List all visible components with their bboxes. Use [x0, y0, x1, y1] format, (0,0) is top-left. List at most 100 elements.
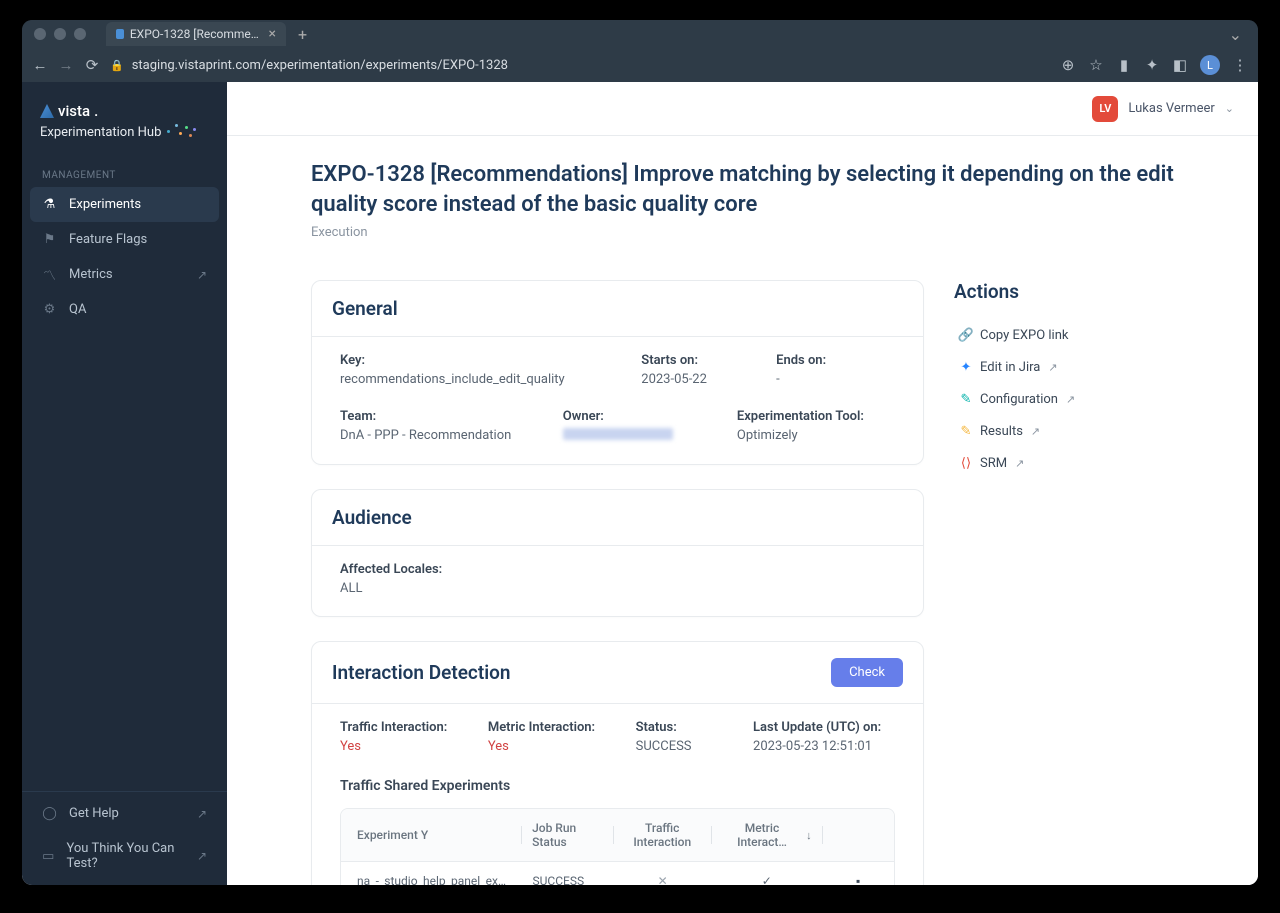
forward-button[interactable]: → [58, 57, 74, 73]
extensions-icon[interactable]: ✦ [1144, 57, 1160, 73]
external-link-icon: ↗ [1031, 425, 1040, 438]
starts-value: 2023-05-22 [641, 372, 760, 387]
bookmark-icon[interactable]: ☆ [1088, 57, 1104, 73]
sidebar-item-think-test[interactable]: ▭ You Think You Can Test? ↗ [22, 831, 227, 881]
card-title: Audience [332, 506, 903, 529]
owner-value [563, 428, 721, 444]
page-title: EXPO-1328 [Recommendations] Improve matc… [311, 160, 1174, 219]
metric-value: Yes [488, 739, 620, 754]
srm-icon: ⟨⟩ [958, 455, 974, 471]
status-value: SUCCESS [636, 739, 737, 754]
sidebar-item-metrics[interactable]: 〽 Metrics ↗ [22, 257, 227, 292]
row-doc-icon[interactable]: ▪ [822, 862, 894, 885]
shared-experiments-table: Experiment Y Job Run Status Traffic Inte… [340, 808, 895, 885]
check-button[interactable]: Check [831, 658, 903, 687]
page-subtitle: Execution [311, 225, 1174, 240]
test-icon: ▭ [42, 849, 55, 864]
back-button[interactable]: ← [32, 57, 48, 73]
cell-job: SUCCESS [522, 862, 613, 885]
flask-icon: ⚗ [42, 197, 57, 212]
interaction-card: Interaction Detection Check Traffic Inte… [311, 641, 924, 885]
close-tab-icon[interactable]: × [269, 26, 276, 42]
main-content: LV Lukas Vermeer ⌄ EXPO-1328 [Recommenda… [227, 82, 1258, 885]
th-metric[interactable]: Metric Interact…↓ [712, 809, 822, 861]
close-window[interactable] [34, 28, 46, 40]
maximize-window[interactable] [74, 28, 86, 40]
locales-value: ALL [340, 581, 895, 596]
help-icon: ◯ [42, 806, 57, 821]
cell-experiment: na_-_studio_help_panel_experiment__ex… [341, 862, 522, 885]
th-traffic[interactable]: Traffic Interaction [614, 809, 711, 861]
traffic-label: Traffic Interaction: [340, 720, 472, 735]
reload-button[interactable]: ⟳ [84, 57, 100, 73]
external-link-icon: ↗ [197, 807, 207, 821]
gear-icon: ⚙ [42, 302, 57, 317]
card-title: Interaction Detection [332, 661, 511, 684]
config-icon: ✎ [958, 391, 974, 407]
window-titlebar: EXPO-1328 [Recommendation… × + ⌄ [22, 20, 1258, 48]
new-tab-button[interactable]: + [298, 25, 307, 44]
cell-traffic: ✕ [614, 862, 712, 885]
profile-avatar[interactable]: L [1200, 55, 1220, 75]
action-edit-jira[interactable]: ✦ Edit in Jira ↗ [954, 351, 1174, 383]
avatar[interactable]: LV [1092, 96, 1118, 122]
install-icon[interactable]: ⊕ [1060, 57, 1076, 73]
team-label: Team: [340, 409, 547, 424]
logo[interactable]: vista. Experimentation Hub [22, 98, 227, 162]
hub-dots-icon [165, 122, 201, 142]
menu-icon[interactable]: ⋮ [1232, 57, 1248, 73]
nav-label: Experiments [69, 197, 141, 212]
tab-favicon [116, 29, 124, 39]
starts-label: Starts on: [641, 353, 760, 368]
browser-toolbar: ← → ⟳ 🔒 staging.vistaprint.com/experimen… [22, 48, 1258, 82]
external-link-icon: ↗ [197, 849, 207, 863]
update-label: Last Update (UTC) on: [753, 720, 895, 735]
actions-title: Actions [954, 280, 1174, 303]
tab-title: EXPO-1328 [Recommendation… [130, 27, 263, 41]
table-header: Experiment Y Job Run Status Traffic Inte… [341, 809, 894, 862]
card-title: General [332, 297, 903, 320]
sidepanel-icon[interactable]: ◧ [1172, 57, 1188, 73]
action-copy-link[interactable]: 🔗 Copy EXPO link [954, 319, 1174, 351]
update-value: 2023-05-23 12:51:01 [753, 739, 895, 754]
browser-tab[interactable]: EXPO-1328 [Recommendation… × [106, 22, 286, 46]
key-value: recommendations_include_edit_quality [340, 372, 625, 387]
results-icon: ✎ [958, 423, 974, 439]
external-link-icon: ↗ [1066, 393, 1075, 406]
nav-label: You Think You Can Test? [67, 841, 185, 871]
cell-metric: ✓ [711, 862, 822, 885]
sort-desc-icon: ↓ [806, 829, 812, 842]
sidebar-item-get-help[interactable]: ◯ Get Help ↗ [22, 796, 227, 831]
chart-extension-icon[interactable]: ▮ [1116, 57, 1132, 73]
status-label: Status: [636, 720, 737, 735]
flag-icon: ⚑ [42, 232, 57, 247]
th-actions [823, 823, 894, 847]
sidebar-item-feature-flags[interactable]: ⚑ Feature Flags [22, 222, 227, 257]
metrics-icon: 〽 [42, 267, 57, 282]
tool-label: Experimentation Tool: [737, 409, 895, 424]
action-srm[interactable]: ⟨⟩ SRM ↗ [954, 447, 1174, 479]
logo-icon [40, 104, 54, 118]
general-card: General Key: recommendations_include_edi… [311, 280, 924, 465]
sidebar-item-experiments[interactable]: ⚗ Experiments [30, 187, 219, 222]
jira-icon: ✦ [958, 359, 974, 375]
url-bar[interactable]: 🔒 staging.vistaprint.com/experimentation… [110, 58, 1050, 73]
th-experiment[interactable]: Experiment Y [341, 816, 521, 854]
nav-section-label: MANAGEMENT [22, 162, 227, 187]
topbar: LV Lukas Vermeer ⌄ [227, 82, 1258, 136]
sidebar-item-qa[interactable]: ⚙ QA [22, 292, 227, 327]
action-results[interactable]: ✎ Results ↗ [954, 415, 1174, 447]
owner-label: Owner: [563, 409, 721, 424]
chevron-down-icon[interactable]: ⌄ [1225, 102, 1234, 115]
minimize-window[interactable] [54, 28, 66, 40]
tabs-dropdown-icon[interactable]: ⌄ [1229, 25, 1242, 44]
lock-icon: 🔒 [110, 59, 124, 72]
action-configuration[interactable]: ✎ Configuration ↗ [954, 383, 1174, 415]
external-link-icon: ↗ [197, 268, 207, 282]
traffic-lights [34, 28, 86, 40]
th-job[interactable]: Job Run Status [522, 809, 613, 861]
ends-value: - [776, 372, 895, 387]
traffic-value: Yes [340, 739, 472, 754]
key-label: Key: [340, 353, 625, 368]
tool-value: Optimizely [737, 428, 895, 443]
